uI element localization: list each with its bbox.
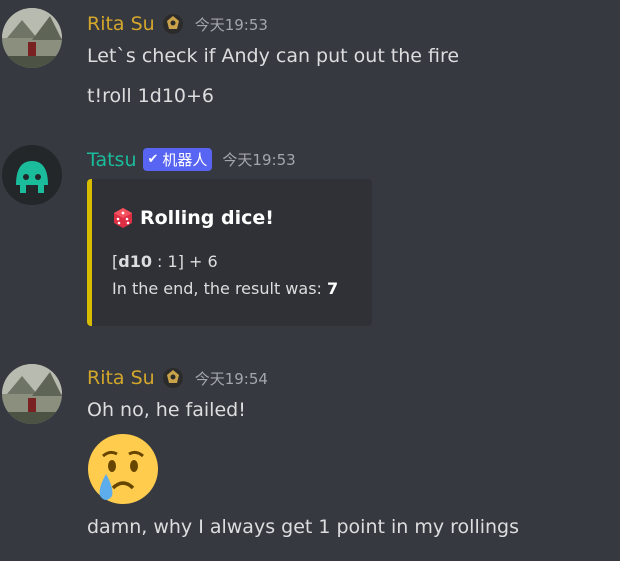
- embed-title: Rolling dice!: [112, 207, 274, 229]
- message-text: Oh no, he failed!: [87, 399, 246, 421]
- user-avatar[interactable]: [2, 8, 62, 68]
- dice-embed: Rolling dice! [d10 : 1] + 6 In the end, …: [87, 179, 372, 326]
- message-text: t!roll 1d10+6: [87, 85, 215, 107]
- dice-rest: : 1] + 6: [151, 252, 218, 271]
- bot-avatar[interactable]: [2, 145, 62, 205]
- result-value: 7: [327, 279, 339, 298]
- avatar-image: [2, 364, 62, 424]
- dice-detail: [d10 : 1] + 6: [112, 252, 218, 271]
- user-avatar[interactable]: [2, 364, 62, 424]
- message-header: Rita Su 今天19:53: [87, 12, 268, 36]
- result-prefix: In the end, the result was:: [112, 279, 327, 298]
- message-text: Let`s check if Andy can put out the fire: [87, 45, 460, 67]
- message-text: damn, why I always get 1 point in my rol…: [87, 516, 519, 538]
- username[interactable]: Rita Su: [87, 367, 155, 389]
- dice-result: In the end, the result was: 7: [112, 279, 338, 298]
- timestamp[interactable]: 今天19:53: [195, 14, 268, 35]
- verified-check-icon: ✔: [147, 152, 159, 167]
- crying-face-emoji[interactable]: [86, 432, 160, 506]
- embed-title-text: Rolling dice!: [140, 207, 274, 229]
- avatar-image: [2, 145, 62, 205]
- bot-tag: ✔ 机器人: [142, 148, 213, 171]
- username[interactable]: Tatsu: [87, 149, 137, 171]
- bot-tag-label: 机器人: [162, 151, 208, 169]
- username[interactable]: Rita Su: [87, 13, 155, 35]
- role-badge-icon: [161, 366, 185, 390]
- message-header: Tatsu ✔ 机器人 今天19:53: [87, 148, 296, 171]
- message-header: Rita Su 今天19:54: [87, 366, 268, 390]
- dice-type: d10: [118, 252, 152, 271]
- role-badge-icon: [161, 12, 185, 36]
- timestamp[interactable]: 今天19:53: [222, 149, 295, 170]
- timestamp[interactable]: 今天19:54: [195, 368, 268, 389]
- dice-icon: [112, 207, 134, 229]
- avatar-image: [2, 8, 62, 68]
